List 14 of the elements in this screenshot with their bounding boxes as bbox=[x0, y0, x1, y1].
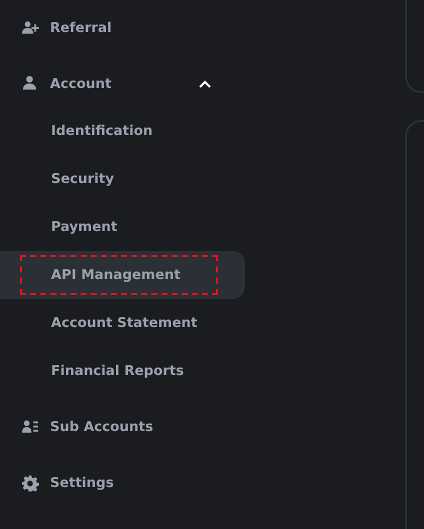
submenu-item[interactable]: Payment bbox=[0, 203, 245, 251]
person-list-icon bbox=[22, 418, 39, 436]
sidebar-item[interactable]: Referral bbox=[0, 0, 245, 56]
submenu-item[interactable]: API Management bbox=[0, 251, 245, 299]
sidebar-item[interactable]: Settings bbox=[0, 455, 245, 511]
settings-icon bbox=[22, 474, 39, 492]
submenu-item[interactable]: Financial Reports bbox=[0, 347, 245, 395]
person-plus-icon bbox=[22, 20, 39, 36]
submenu-item[interactable]: Account Statement bbox=[0, 299, 245, 347]
sidebar-item[interactable]: Account bbox=[0, 56, 245, 107]
submenu-item[interactable]: Security bbox=[0, 155, 245, 203]
person-icon bbox=[22, 75, 39, 92]
sidebar-item[interactable]: Sub Accounts bbox=[0, 399, 245, 455]
submenu-item[interactable]: Identification bbox=[0, 107, 245, 155]
